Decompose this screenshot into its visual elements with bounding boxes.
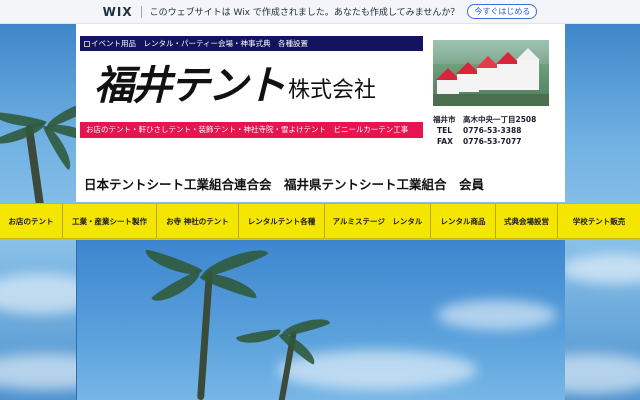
nav-label: お店のテント xyxy=(8,216,54,226)
company-logo[interactable]: 福井テント 株式会社 xyxy=(94,60,414,108)
wix-promo-bar: WIX このウェブサイトは Wix で作成されました。あなたも作成してみませんか… xyxy=(0,0,640,24)
nav-label: 式典会場設営 xyxy=(504,216,549,226)
header-panel: イベント用品 レンタル・パーティー会場・神事式典 各種設置 福井テント 株式会社… xyxy=(76,24,565,202)
services-banner: お店のテント・軒ひさしテント・装飾テント・神社寺院・雪よけテント ビニールカーテ… xyxy=(80,122,423,138)
top-banner: イベント用品 レンタル・パーティー会場・神事式典 各種設置 xyxy=(80,36,423,51)
tel-value[interactable]: 0776-53-3388 xyxy=(463,125,521,136)
nav-item-ceremony-setup[interactable]: 式典会場設営 xyxy=(496,204,558,238)
nav-item-rental-products[interactable]: レンタル商品 xyxy=(431,204,496,238)
address-label: 福井市 xyxy=(433,115,456,124)
wix-logo[interactable]: WIX xyxy=(103,5,133,19)
nav-label: 工業・産業シート製作 xyxy=(72,216,147,226)
main-nav: お店のテント 工業・産業シート製作 お寺 神社のテント レンタルテント各種 アル… xyxy=(0,203,640,239)
broken-image-icon xyxy=(84,41,90,47)
wix-message: このウェブサイトは Wix で作成されました。あなたも作成してみませんか？ xyxy=(149,8,460,18)
tent-event-photo xyxy=(433,40,549,106)
logo-sub-text: 株式会社 xyxy=(288,78,377,103)
union-membership-text: 日本テントシート工業組合連合会 福井県テントシート工業組合 会員 xyxy=(84,177,485,192)
nav-item-shop-tents[interactable]: お店のテント xyxy=(0,204,63,238)
start-now-button[interactable]: 今すぐはじめる xyxy=(467,4,538,19)
contact-info: 福井市 高木中央一丁目2508 TEL 0776-53-3388 FAX 0776-5… xyxy=(433,114,536,147)
nav-item-industrial-sheets[interactable]: 工業・産業シート製作 xyxy=(63,204,157,238)
nav-label: お寺 神社のテント xyxy=(166,216,229,226)
divider xyxy=(140,5,142,18)
nav-item-school-tents[interactable]: 学校テント販売 xyxy=(558,204,640,238)
fax-label: FAX xyxy=(437,137,453,146)
nav-item-temple-tents[interactable]: お寺 神社のテント xyxy=(157,204,239,238)
services-text: お店のテント・軒ひさしテント・装飾テント・神社寺院・雪よけテント ビニールカーテ… xyxy=(86,125,409,134)
nav-label: レンタル商品 xyxy=(440,216,486,226)
address-value: 高木中央一丁目2508 xyxy=(463,115,537,124)
top-banner-text: イベント用品 レンタル・パーティー会場・神事式典 各種設置 xyxy=(91,39,309,48)
nav-label: レンタルテント各種 xyxy=(247,216,316,226)
main-content-area xyxy=(76,240,565,400)
nav-item-aluminum-stage[interactable]: アルミステージ レンタル xyxy=(325,204,431,238)
logo-main-text: 福井テント xyxy=(94,63,286,109)
nav-label: アルミステージ レンタル xyxy=(332,216,423,226)
nav-item-rental-tents[interactable]: レンタルテント各種 xyxy=(239,204,325,238)
nav-label: 学校テント販売 xyxy=(572,216,626,226)
tel-label: TEL xyxy=(437,126,453,135)
fax-value: 0776-53-7077 xyxy=(463,137,522,146)
